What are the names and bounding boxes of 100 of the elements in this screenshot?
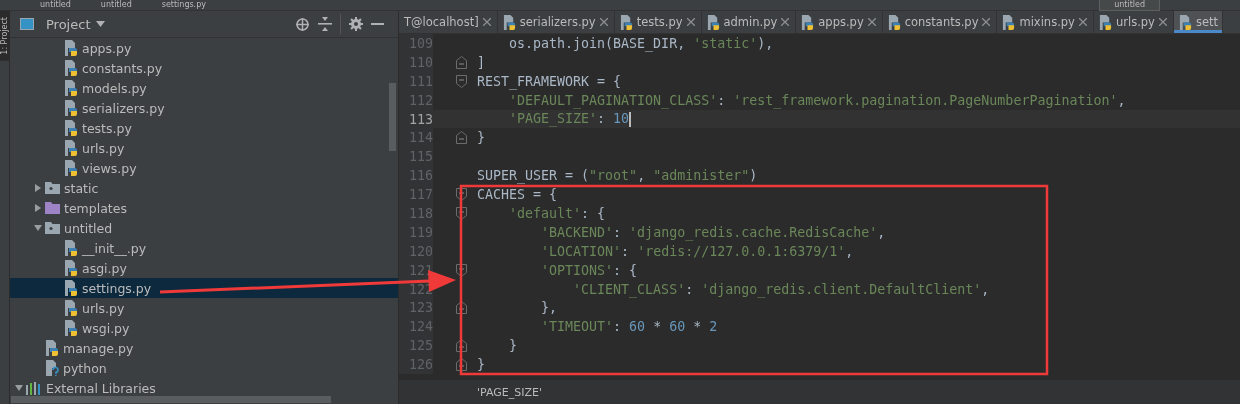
file-name: static bbox=[64, 180, 99, 196]
breadcrumb-item[interactable]: settings.py bbox=[161, 0, 206, 10]
python-file-icon bbox=[887, 14, 901, 30]
fold-marker-icon[interactable] bbox=[456, 188, 467, 202]
breadcrumb-item[interactable]: untitled bbox=[100, 0, 132, 10]
breadcrumb-item[interactable]: untitled bbox=[40, 0, 71, 10]
code-line: } bbox=[508, 338, 518, 354]
file-name: untitled bbox=[64, 220, 113, 236]
close-icon[interactable] bbox=[686, 18, 695, 26]
code-line: CACHES = { bbox=[477, 187, 558, 203]
settings-icon[interactable] bbox=[349, 17, 363, 31]
tree-item[interactable]: manage.py bbox=[10, 338, 398, 358]
close-icon[interactable] bbox=[1078, 18, 1087, 26]
file-name: constants.py bbox=[82, 60, 163, 76]
panel-title[interactable]: Project bbox=[46, 16, 91, 32]
file-name: models.py bbox=[82, 80, 147, 96]
tree-item[interactable]: python bbox=[10, 358, 398, 378]
editor-tab[interactable]: apps.py bbox=[796, 11, 883, 33]
tree-item[interactable]: templates bbox=[10, 198, 398, 218]
python-file-icon bbox=[801, 14, 815, 30]
fold-marker-icon[interactable] bbox=[456, 358, 467, 372]
tree-item[interactable]: settings.py bbox=[10, 278, 398, 298]
fold-marker-icon[interactable] bbox=[456, 301, 467, 315]
python-file-icon bbox=[64, 80, 78, 96]
fold-marker-icon[interactable] bbox=[456, 74, 467, 88]
collapse-all-icon[interactable] bbox=[318, 17, 332, 31]
expand-arrow-icon[interactable] bbox=[34, 204, 42, 212]
unknown-file-icon bbox=[45, 360, 59, 376]
code-line: os.path.join(BASE_DIR, 'static'), bbox=[508, 35, 774, 51]
file-name: urls.py bbox=[82, 140, 125, 156]
locate-icon[interactable] bbox=[295, 16, 310, 32]
close-icon[interactable] bbox=[1158, 18, 1167, 26]
tool-window-button[interactable]: 1: Project bbox=[0, 11, 9, 61]
tree-item[interactable]: untitled bbox=[10, 218, 398, 238]
editor-tab[interactable]: sett bbox=[1173, 11, 1223, 33]
file-name: apps.py bbox=[82, 40, 132, 56]
python-file-icon bbox=[64, 100, 78, 116]
python-file-icon bbox=[64, 280, 78, 296]
file-name: templates bbox=[64, 200, 127, 216]
editor-tab[interactable]: admin.py bbox=[701, 11, 797, 33]
code-line: } bbox=[477, 130, 485, 146]
expand-arrow-icon[interactable] bbox=[15, 384, 23, 392]
code-line: 'BACKEND': 'django_redis.cache.RedisCache', bbox=[540, 224, 886, 240]
file-name: serializers.py bbox=[82, 100, 165, 116]
code-breadcrumb[interactable]: 'PAGE_SIZE' bbox=[477, 386, 542, 399]
close-icon[interactable] bbox=[599, 18, 608, 26]
code-line: 'TIMEOUT': 60 * 60 * 2 bbox=[540, 319, 718, 335]
close-icon[interactable] bbox=[982, 18, 991, 26]
tree-item[interactable]: tests.py bbox=[10, 118, 398, 138]
tree-item[interactable]: __init__.py bbox=[10, 238, 398, 258]
tree-item[interactable]: views.py bbox=[10, 158, 398, 178]
fold-marker-icon[interactable] bbox=[456, 206, 467, 220]
editor-tab[interactable]: mixins.py bbox=[997, 11, 1094, 33]
close-icon[interactable] bbox=[781, 18, 790, 26]
editor-tab[interactable]: constants.py bbox=[882, 11, 998, 33]
python-file-icon bbox=[64, 140, 78, 156]
tree-item[interactable]: static bbox=[10, 178, 398, 198]
tree-item[interactable]: wsgi.py bbox=[10, 318, 398, 338]
file-name: settings.py bbox=[82, 280, 152, 296]
code-line: 'OPTIONS': { bbox=[540, 262, 638, 278]
close-icon[interactable] bbox=[482, 18, 491, 26]
python-file-icon bbox=[64, 40, 78, 56]
close-icon[interactable] bbox=[867, 18, 876, 26]
tree-item[interactable]: asgi.py bbox=[10, 258, 398, 278]
scrollbar[interactable] bbox=[11, 396, 331, 403]
python-file-icon bbox=[64, 120, 78, 136]
file-name: tests.py bbox=[82, 120, 132, 136]
editor-tab[interactable]: tests.py bbox=[614, 11, 702, 33]
expand-arrow-icon[interactable] bbox=[34, 184, 42, 192]
editor-tab[interactable]: serializers.py bbox=[497, 11, 615, 33]
python-file-icon bbox=[64, 300, 78, 316]
project-icon bbox=[20, 18, 34, 30]
python-file-icon bbox=[64, 320, 78, 336]
python-file-icon bbox=[706, 14, 720, 30]
code-line: 'PAGE_SIZE': 10 bbox=[508, 111, 632, 127]
scrollbar[interactable] bbox=[389, 83, 396, 151]
tree-item[interactable]: models.py bbox=[10, 78, 398, 98]
fold-marker-icon[interactable] bbox=[456, 131, 467, 145]
editor-tab[interactable]: T@localhost] bbox=[399, 11, 498, 33]
file-name: External Libraries bbox=[46, 380, 156, 396]
fold-marker-icon[interactable] bbox=[456, 263, 467, 277]
file-name: views.py bbox=[82, 160, 137, 176]
code-line: 'DEFAULT_PAGINATION_CLASS': 'rest_framework.pagination.PageNumberPagination', bbox=[508, 92, 1126, 108]
code-line: SUPER_USER = ("root", "administer") bbox=[477, 168, 758, 184]
expand-arrow-icon[interactable] bbox=[34, 224, 42, 232]
tree-item[interactable]: urls.py bbox=[10, 138, 398, 158]
python-file-icon bbox=[64, 160, 78, 176]
tree-item[interactable]: constants.py bbox=[10, 58, 398, 78]
package-icon bbox=[45, 222, 60, 234]
tree-item[interactable]: apps.py bbox=[10, 38, 398, 58]
tree-item[interactable]: serializers.py bbox=[10, 98, 398, 118]
editor-tab[interactable]: urls.py bbox=[1093, 11, 1174, 33]
caret-icon[interactable] bbox=[96, 21, 106, 27]
tree-item[interactable]: urls.py bbox=[10, 298, 398, 318]
fold-marker-icon[interactable] bbox=[456, 55, 467, 69]
tree-item[interactable]: External Libraries bbox=[10, 378, 398, 398]
python-file-icon bbox=[502, 14, 516, 30]
python-file-icon bbox=[64, 260, 78, 276]
run-config-dropdown[interactable]: untitled bbox=[1099, 0, 1160, 11]
fold-marker-icon[interactable] bbox=[456, 339, 467, 353]
